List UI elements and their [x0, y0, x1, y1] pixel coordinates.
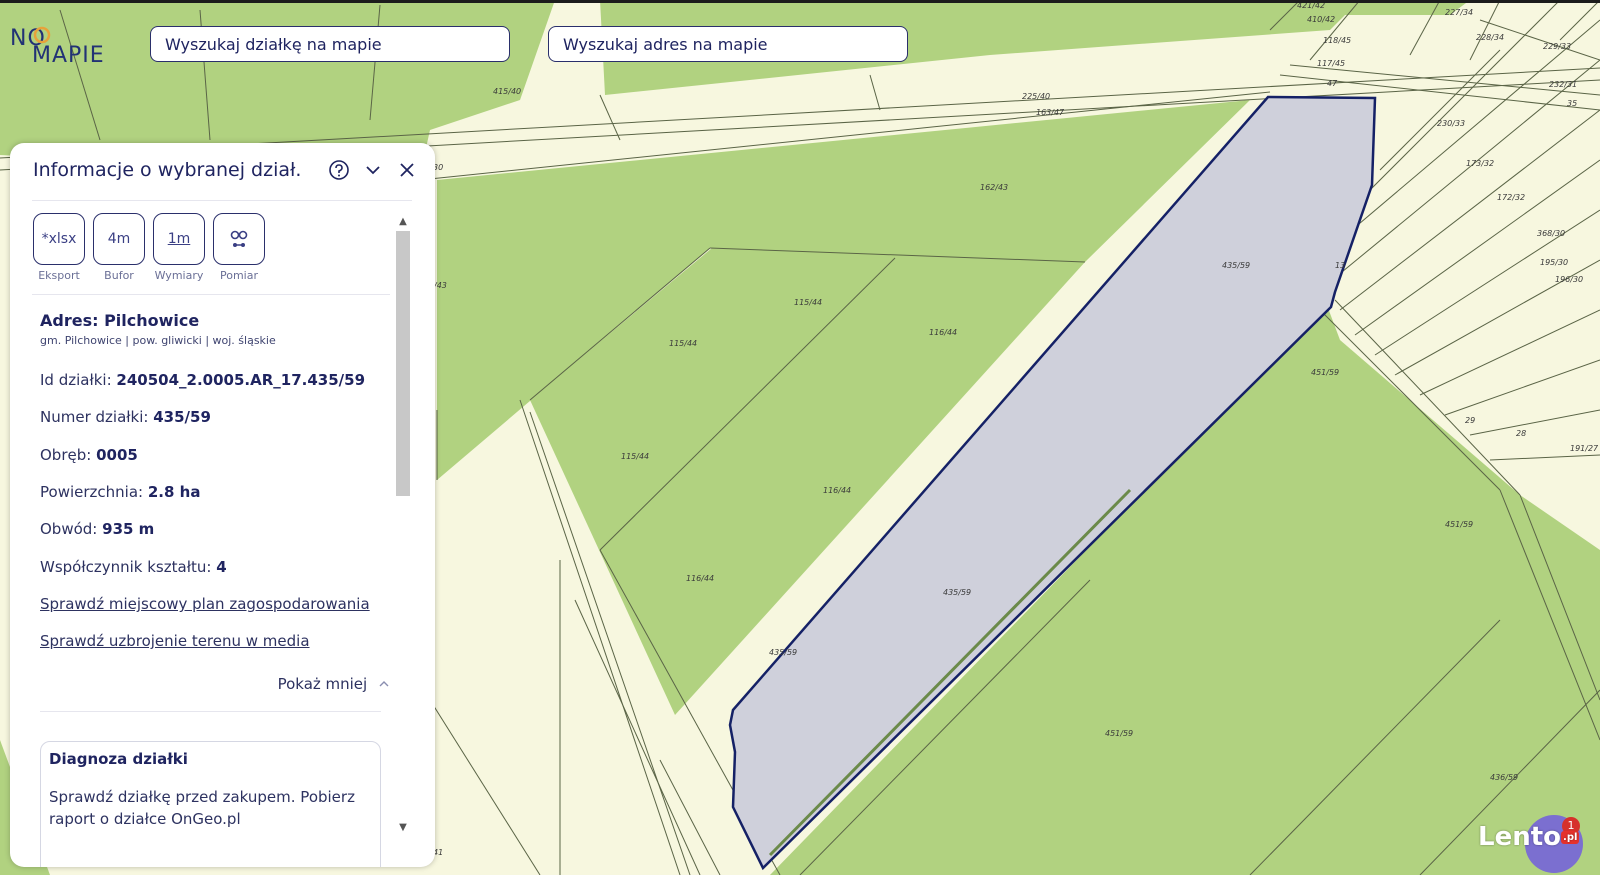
export-xlsx-button[interactable]: *xlsx — [33, 213, 85, 265]
field-label: Obwód: — [40, 520, 98, 538]
measure-label: Pomiar — [219, 269, 258, 282]
field-value: 935 m — [102, 520, 155, 538]
parcel-label: 162/43 — [980, 183, 1008, 192]
parcel-search-input[interactable]: Wyszukaj działkę na mapie — [150, 26, 510, 62]
parcel-label: 173/32 — [1466, 159, 1494, 168]
chevron-up-icon — [379, 681, 389, 687]
dimensions-label: Wymiary — [154, 269, 204, 282]
top-edge-bar — [0, 0, 1600, 3]
field-label: Numer działki: — [40, 408, 149, 426]
parcel-label: 191/27 — [1570, 444, 1599, 453]
show-less-label: Pokaż mniej — [277, 675, 368, 693]
diagnosis-title: Diagnoza działki — [49, 750, 188, 768]
dimensions-icon-text: 1m — [167, 231, 191, 247]
panel-scrollbar-thumb[interactable] — [396, 231, 410, 496]
parcel-label: 116/44 — [929, 328, 957, 337]
export-icon-text: *xlsx — [41, 231, 77, 247]
diagnosis-card[interactable]: Diagnoza działki Sprawdź działkę przed z… — [40, 741, 381, 867]
scroll-up-arrow[interactable]: ▲ — [398, 217, 408, 227]
export-label: Eksport — [38, 269, 80, 282]
close-icon[interactable] — [396, 159, 418, 181]
parcel-label: 115/44 — [669, 339, 697, 348]
logo-line-2: MAPIE — [32, 43, 105, 68]
parcel-label: 451/59 — [1311, 368, 1339, 377]
field-value: 4 — [216, 558, 227, 576]
field-label: Id działki: — [40, 371, 112, 389]
field-label: Obręb: — [40, 446, 92, 464]
parcel-label: 118/45 — [1323, 36, 1351, 45]
parcel-label: 435/59 — [1222, 261, 1250, 270]
parcel-label: 227/34 — [1445, 8, 1473, 17]
address-subline: gm. Pilchowice | pow. gliwicki | woj. śl… — [40, 334, 276, 347]
parcel-label: 116/44 — [686, 574, 714, 583]
parcel-label: 35 — [1567, 99, 1577, 108]
field-value: 2.8 ha — [147, 483, 201, 501]
address-heading: Adres: Pilchowice — [40, 311, 200, 330]
buffer-button[interactable]: 4m — [93, 213, 145, 265]
parcel-label: 115/44 — [621, 452, 649, 461]
help-icon[interactable] — [328, 159, 350, 181]
field-label: Powierzchnia: — [40, 483, 144, 501]
buffer-label: Bufor — [104, 269, 134, 282]
details-divider — [40, 711, 381, 712]
measure-button[interactable] — [213, 213, 265, 265]
parcel-label: 116/44 — [823, 486, 851, 495]
parcel-label: 415/40 — [493, 87, 521, 96]
show-less-button[interactable]: Pokaż mniej — [278, 675, 390, 693]
utilities-link[interactable]: Sprawdź uzbrojenie terenu w media — [40, 632, 310, 650]
parcel-label: 225/40 — [1022, 92, 1050, 101]
parcel-label: 435/59 — [769, 648, 797, 657]
parcel-label: 410/42 — [1307, 15, 1335, 24]
field-parcel-number: Numer działki: 435/59 — [40, 408, 211, 426]
panel-title: Informacje o wybranej dział... — [33, 159, 303, 181]
parcel-label: 195/30 — [1540, 258, 1568, 267]
field-area: Powierzchnia: 2.8 ha — [40, 483, 200, 501]
field-shape-factor: Współczynnik kształtu: 4 — [40, 558, 227, 576]
parcel-label: /43 — [433, 281, 447, 290]
field-precinct: Obręb: 0005 — [40, 446, 138, 464]
field-value: 435/59 — [153, 408, 211, 426]
parcel-label: 28 — [1516, 429, 1526, 438]
parcel-label: 115/44 — [794, 298, 822, 307]
parcel-label: 232/31 — [1549, 80, 1577, 89]
header-divider — [32, 200, 412, 201]
nomapie-logo[interactable]: NO MAPIE — [10, 26, 122, 68]
address-search-placeholder: Wyszukaj adres na mapie — [563, 34, 768, 54]
parcel-info-panel: Informacje o wybranej dział... *xlsx Eks… — [10, 143, 435, 867]
field-value: 0005 — [96, 446, 138, 464]
measure-pins-icon — [230, 230, 248, 247]
field-label: Współczynnik kształtu: — [40, 558, 212, 576]
tools-divider — [32, 294, 390, 295]
parcel-label: 172/32 — [1497, 193, 1525, 202]
parcel-label: 228/34 — [1476, 33, 1504, 42]
diagnosis-text: Sprawdź działkę przed zakupem. Pobierz r… — [49, 788, 355, 828]
lento-text: Lento — [1478, 822, 1562, 852]
parcel-label: 435/59 — [943, 588, 971, 597]
chevron-down-icon[interactable] — [362, 159, 384, 181]
scroll-down-arrow[interactable]: ▼ — [398, 823, 408, 833]
parcel-label: 229/33 — [1543, 42, 1571, 51]
parcel-label: 368/30 — [1537, 229, 1565, 238]
lento-suffix: .pl — [1561, 831, 1580, 844]
parcel-label: 29 — [1465, 416, 1475, 425]
dimensions-button[interactable]: 1m — [153, 213, 205, 265]
parcel-label: 13 — [1335, 261, 1345, 270]
parcel-label: 196/30 — [1555, 275, 1583, 284]
field-value: 240504_2.0005.AR_17.435/59 — [116, 371, 366, 389]
buffer-icon-text: 4m — [107, 231, 131, 247]
field-parcel-id: Id działki: 240504_2.0005.AR_17.435/59 — [40, 371, 365, 389]
parcel-label: 47 — [1327, 79, 1338, 88]
parcel-label: 230/33 — [1437, 119, 1465, 128]
zoning-plan-link[interactable]: Sprawdź miejscowy plan zagospodarowania — [40, 595, 370, 613]
parcel-label: 436/59 — [1490, 773, 1518, 782]
parcel-search-placeholder: Wyszukaj działkę na mapie — [165, 34, 382, 54]
address-search-input[interactable]: Wyszukaj adres na mapie — [548, 26, 908, 62]
parcel-label: 117/45 — [1317, 59, 1345, 68]
parcel-label: 451/59 — [1445, 520, 1473, 529]
parcel-label: 451/59 — [1105, 729, 1133, 738]
parcel-label: 163/47 — [1036, 108, 1065, 117]
lento-watermark: Lento .pl — [1478, 822, 1580, 852]
field-perimeter: Obwód: 935 m — [40, 520, 154, 538]
